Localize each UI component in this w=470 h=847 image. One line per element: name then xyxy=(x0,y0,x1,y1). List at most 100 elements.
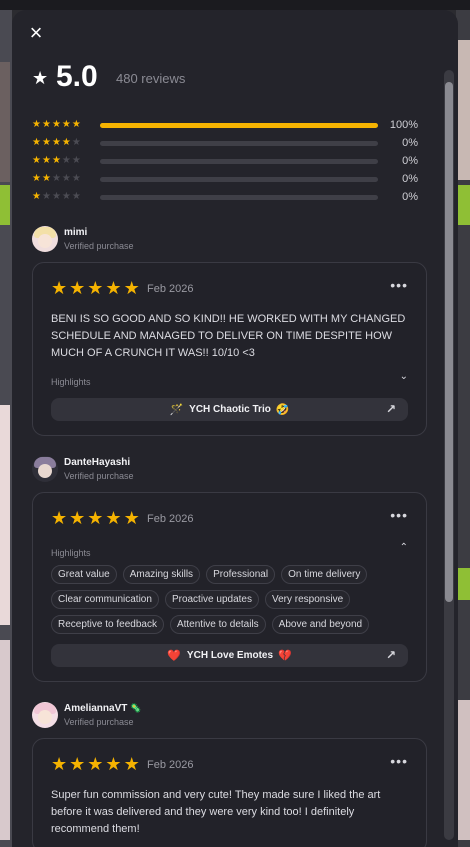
highlight-tag: Attentive to details xyxy=(169,615,266,634)
backdrop-left-image xyxy=(0,405,10,625)
star-icon: ★ xyxy=(61,173,71,184)
row-stars: ★ ★ ★ ★ ★ xyxy=(32,138,90,148)
product-name: YCH Chaotic Trio xyxy=(189,404,271,415)
review-text: Super fun commission and very cute! They… xyxy=(51,789,381,835)
reviewer: DanteHayashi Verified purchase xyxy=(32,456,427,486)
reviewer: AmeliannaVT 🦠 Verified purchase xyxy=(32,702,427,732)
laughing-icon: 🤣 xyxy=(275,404,290,416)
star-icon: ★ xyxy=(61,191,71,202)
rating-summary: ★ 5.0 480 reviews xyxy=(32,60,427,110)
scrollbar-thumb[interactable] xyxy=(445,82,453,602)
verified-label: Verified purchase xyxy=(64,241,134,251)
highlights-toggle[interactable]: Highlights ⌃ xyxy=(51,542,408,559)
star-icon: ★ xyxy=(87,278,104,298)
verified-label: Verified purchase xyxy=(64,471,134,481)
star-icon: ★ xyxy=(41,137,51,148)
heart-icon: ❤️ xyxy=(167,650,181,662)
highlight-tag: Proactive updates xyxy=(164,590,259,609)
star-icon: ★ xyxy=(123,508,140,528)
row-stars: ★ ★ ★ ★ ★ xyxy=(32,156,90,166)
star-icon: ★ xyxy=(105,508,122,528)
chevron-up-icon[interactable]: ⌃ xyxy=(400,542,408,553)
rating-row: ★ ★ ★ ★ ★ 0% xyxy=(32,152,427,170)
star-icon: ★ xyxy=(123,278,140,298)
highlight-tag: Above and beyond xyxy=(271,615,370,634)
reviewer-name: AmeliannaVT 🦠 xyxy=(64,703,142,714)
row-stars: ★ ★ ★ ★ ★ xyxy=(32,174,90,184)
microbe-icon: 🦠 xyxy=(130,703,142,713)
row-stars: ★ ★ ★ ★ ★ xyxy=(32,192,90,202)
star-icon: ★ xyxy=(51,508,68,528)
star-icon: ★ xyxy=(69,278,86,298)
avatar xyxy=(32,226,58,252)
close-icon[interactable]: × xyxy=(26,22,46,44)
broken-heart-icon: 💔 xyxy=(278,650,292,662)
rating-percent: 0% xyxy=(402,173,418,185)
star-icon: ★ xyxy=(105,278,122,298)
review-card: ★ ★ ★ ★ ★ Feb 2026 ••• Super fun commission … xyxy=(32,738,427,847)
star-icon: ★ xyxy=(71,137,81,148)
backdrop-right-image xyxy=(458,700,470,840)
row-stars: ★ ★ ★ ★ ★ xyxy=(32,120,90,130)
rating-percent: 0% xyxy=(402,137,418,149)
review-stars: ★ ★ ★ ★ ★ xyxy=(51,755,140,773)
star-icon: ★ xyxy=(105,754,122,774)
highlight-tag: Clear communication xyxy=(51,590,159,609)
product-link[interactable]: 🪄 YCH Chaotic Trio 🤣 ↗ xyxy=(51,398,408,421)
more-options-icon[interactable]: ••• xyxy=(390,277,408,293)
star-icon: ★ xyxy=(61,137,71,148)
highlight-tag: On time delivery xyxy=(281,565,368,584)
wand-icon: 🪄 xyxy=(169,404,184,416)
rating-bar xyxy=(100,194,378,200)
highlight-tag: Great value xyxy=(51,565,117,584)
backdrop-top-strip xyxy=(0,0,470,10)
star-icon: ★ xyxy=(41,191,51,202)
avatar xyxy=(32,456,58,482)
external-arrow-icon: ↗ xyxy=(385,402,396,416)
highlight-tag: Professional xyxy=(206,565,276,584)
rating-row: ★ ★ ★ ★ ★ 0% xyxy=(32,188,427,206)
chevron-down-icon[interactable]: ⌄ xyxy=(400,371,408,382)
review-count: 480 reviews xyxy=(116,71,186,86)
star-icon: ★ xyxy=(41,173,51,184)
external-arrow-icon: ↗ xyxy=(385,648,396,662)
backdrop-right-accent xyxy=(458,568,470,600)
reviewer: mimi Verified purchase xyxy=(32,226,427,256)
star-icon: ★ xyxy=(69,508,86,528)
star-icon: ★ xyxy=(41,119,51,130)
star-icon: ★ xyxy=(51,155,61,166)
product-name: YCH Love Emotes xyxy=(186,650,274,661)
rating-row: ★ ★ ★ ★ ★ 100% xyxy=(32,116,427,134)
review-date: Feb 2026 xyxy=(147,759,194,771)
highlight-tags: Great value Amazing skills Professional … xyxy=(51,565,408,634)
backdrop-left-image xyxy=(0,640,10,840)
highlights-label: Highlights xyxy=(51,377,91,387)
star-icon: ★ xyxy=(32,173,41,184)
backdrop-left-accent xyxy=(0,185,10,225)
highlight-tag: Amazing skills xyxy=(122,565,201,584)
product-link[interactable]: ❤️ YCH Love Emotes 💔 ↗ xyxy=(51,644,408,667)
star-icon: ★ xyxy=(87,508,104,528)
rating-bar-fill xyxy=(100,122,378,128)
star-icon: ★ xyxy=(32,191,41,202)
reviewer-name: mimi xyxy=(64,227,88,238)
scrollbar[interactable] xyxy=(444,70,454,840)
review-item: AmeliannaVT 🦠 Verified purchase ★ ★ ★ ★ ★ Fe… xyxy=(32,702,427,847)
star-icon: ★ xyxy=(32,119,41,130)
star-icon: ★ xyxy=(71,191,81,202)
review-card: ★ ★ ★ ★ ★ Feb 2026 ••• BENI IS SO GOOD AND S… xyxy=(32,262,427,436)
highlights-toggle[interactable]: Highlights ⌄ xyxy=(51,371,408,388)
star-icon: ★ xyxy=(61,119,71,130)
star-icon: ★ xyxy=(32,68,49,88)
rating-row: ★ ★ ★ ★ ★ 0% xyxy=(32,134,427,152)
star-icon: ★ xyxy=(32,155,41,166)
star-icon: ★ xyxy=(71,173,81,184)
rating-bar xyxy=(100,158,378,164)
review-item: mimi Verified purchase ★ ★ ★ ★ ★ Feb 2026 ••… xyxy=(32,226,427,436)
rating-bar xyxy=(100,122,378,128)
rating-row: ★ ★ ★ ★ ★ 0% xyxy=(32,170,427,188)
star-icon: ★ xyxy=(51,137,61,148)
more-options-icon[interactable]: ••• xyxy=(390,753,408,769)
more-options-icon[interactable]: ••• xyxy=(390,507,408,523)
star-icon: ★ xyxy=(71,119,81,130)
